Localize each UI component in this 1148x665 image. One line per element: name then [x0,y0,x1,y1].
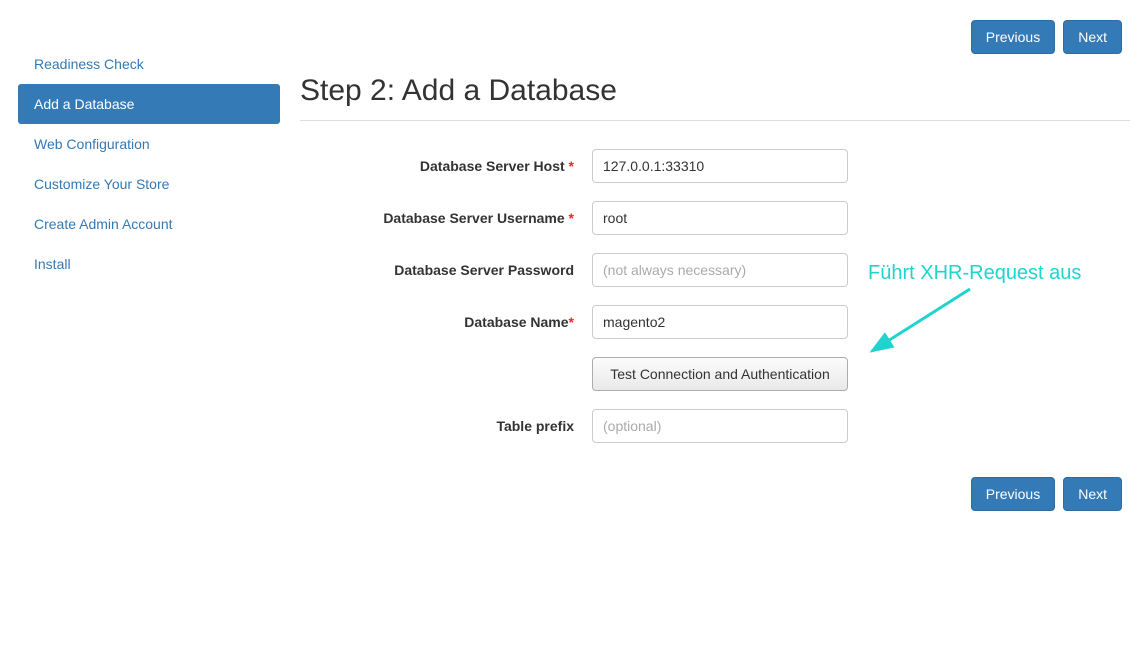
sidebar-item-label: Web Configuration [34,136,150,152]
sidebar-item-install[interactable]: Install [18,244,280,284]
database-form: Database Server Host * Database Server U… [300,149,1130,443]
previous-button[interactable]: Previous [971,20,1055,54]
page-title: Step 2: Add a Database [300,74,1130,108]
sidebar-item-label: Install [34,256,71,272]
sidebar-item-label: Customize Your Store [34,176,169,192]
sidebar-item-label: Add a Database [34,96,134,112]
top-button-bar: Previous Next [300,20,1130,54]
previous-button-bottom[interactable]: Previous [971,477,1055,511]
database-name-input[interactable] [592,305,848,339]
sidebar-item-add-database[interactable]: Add a Database [18,84,280,124]
next-button-bottom[interactable]: Next [1063,477,1122,511]
sidebar-item-customize-store[interactable]: Customize Your Store [18,164,280,204]
database-host-input[interactable] [592,149,848,183]
divider [300,120,1130,121]
next-button[interactable]: Next [1063,20,1122,54]
sidebar-item-label: Readiness Check [34,56,144,72]
bottom-button-bar: Previous Next [300,477,1130,511]
sidebar-item-create-admin[interactable]: Create Admin Account [18,204,280,244]
annotation-text: Führt XHR-Request aus [868,262,1081,285]
sidebar-item-readiness-check[interactable]: Readiness Check [18,44,280,84]
database-username-input[interactable] [592,201,848,235]
password-label: Database Server Password [300,262,592,278]
sidebar-item-web-configuration[interactable]: Web Configuration [18,124,280,164]
main-content: Previous Next Step 2: Add a Database Dat… [300,20,1130,511]
username-label: Database Server Username * [300,210,592,226]
database-password-input[interactable] [592,253,848,287]
table-prefix-input[interactable] [592,409,848,443]
sidebar-item-label: Create Admin Account [34,216,173,232]
sidebar: Readiness Check Add a Database Web Confi… [18,20,280,511]
host-label: Database Server Host * [300,158,592,174]
dbname-label: Database Name* [300,314,592,330]
test-connection-button[interactable]: Test Connection and Authentication [592,357,848,391]
prefix-label: Table prefix [300,418,592,434]
